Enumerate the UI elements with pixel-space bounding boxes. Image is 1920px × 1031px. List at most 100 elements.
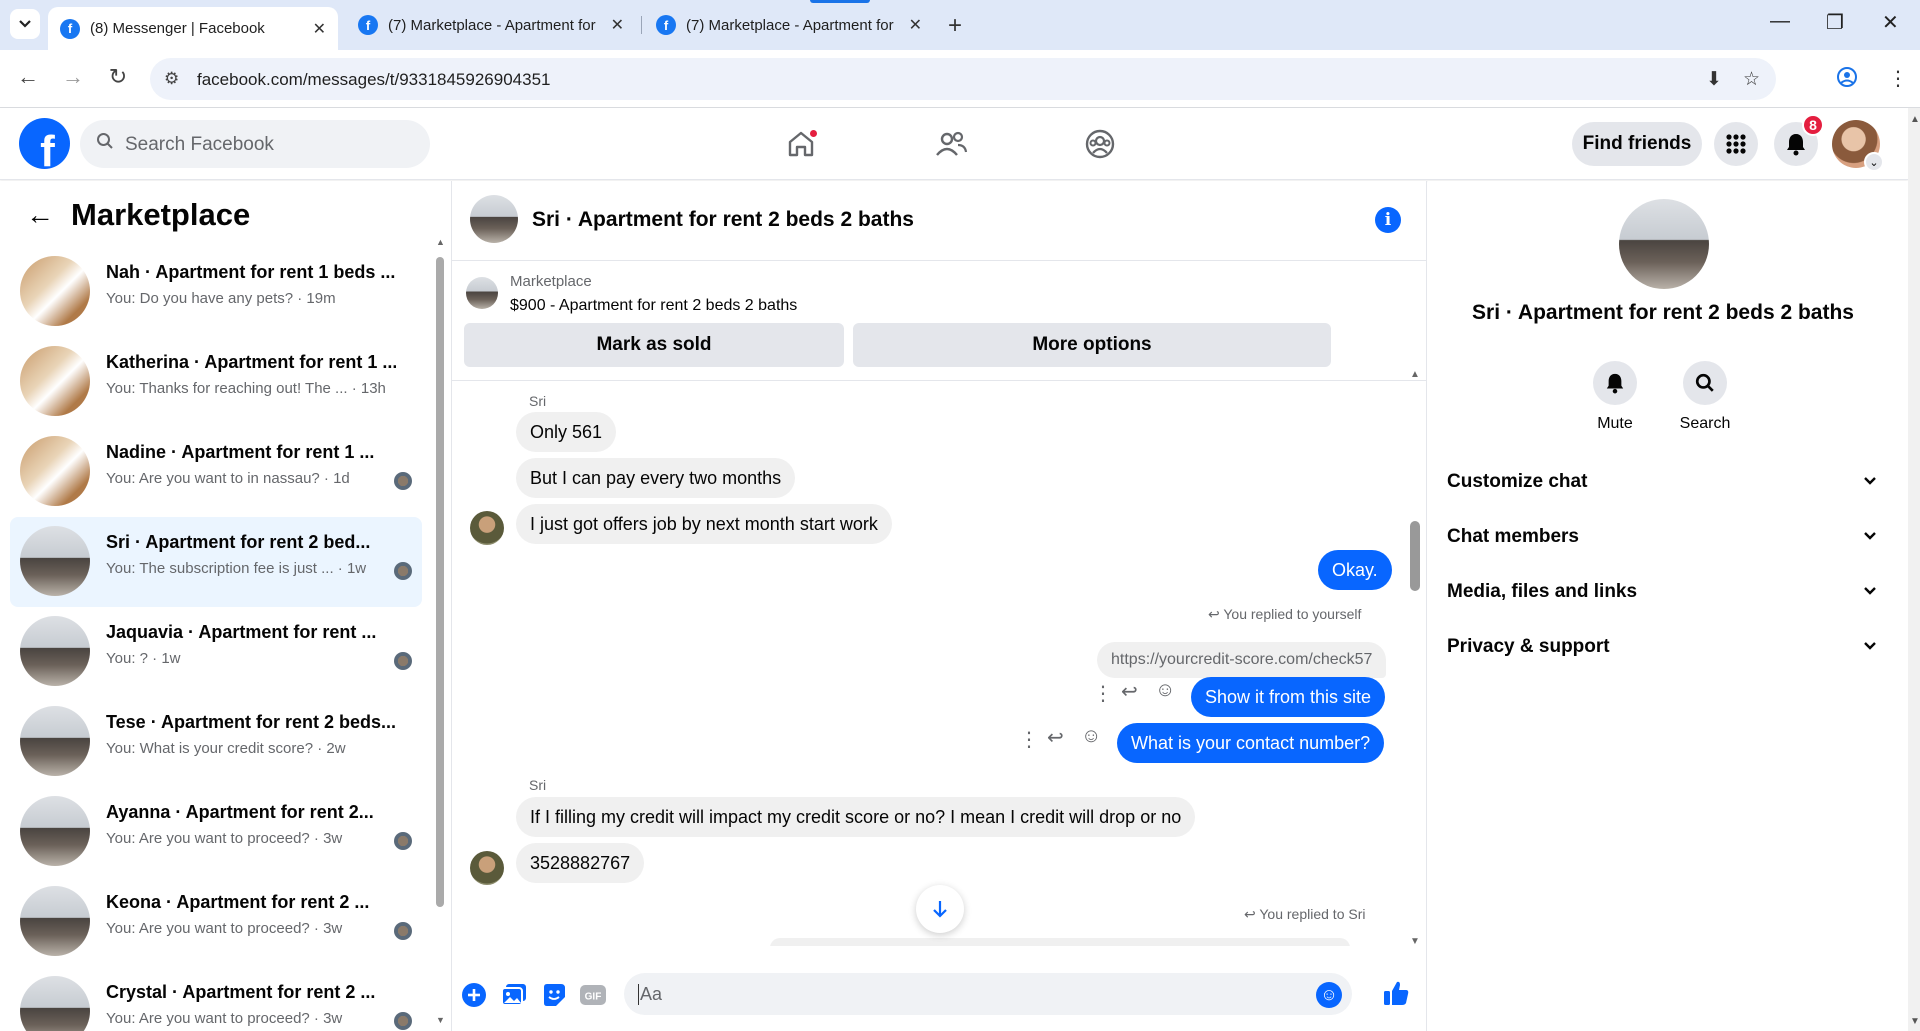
reload-icon[interactable]: ↻ (103, 64, 133, 90)
conversation-thumbnail (20, 436, 90, 506)
tab-marketplace-1[interactable]: f (7) Marketplace - Apartment for ✕ (346, 7, 636, 43)
seen-avatar (394, 1012, 412, 1030)
message-bubble-incoming[interactable]: Only 561 (516, 412, 617, 452)
conversation-item[interactable]: Keona · Apartment for rent 2 ... You: Are… (10, 877, 422, 967)
marketplace-chats-sidebar: ← Marketplace Nah · Apartment for rent 1… (0, 181, 452, 1031)
message-input[interactable]: Aa ☺ (624, 973, 1352, 1015)
gif-icon[interactable]: GIF (579, 981, 607, 1009)
sticker-icon[interactable] (540, 981, 568, 1009)
groups-nav-button[interactable] (1078, 122, 1122, 166)
minimize-icon[interactable]: — (1770, 10, 1790, 33)
scrollbar-thumb[interactable] (436, 257, 444, 907)
close-window-icon[interactable]: ✕ (1882, 10, 1899, 35)
chat-scrollbar[interactable]: ▲ ▼ (1410, 369, 1420, 947)
friends-icon (936, 131, 968, 156)
scroll-down-icon[interactable]: ▼ (1410, 936, 1420, 947)
back-arrow-icon[interactable]: ← (26, 199, 54, 231)
thumbs-up-icon[interactable] (1382, 979, 1410, 1007)
scroll-up-icon[interactable]: ▲ (1910, 114, 1920, 125)
sidebar-scrollbar[interactable]: ▲ ▼ (436, 237, 445, 1025)
chat-avatar[interactable] (470, 195, 518, 243)
more-actions-icon[interactable]: ⋮ (1019, 727, 1039, 752)
privacy-support-section[interactable]: Privacy & support (1447, 627, 1877, 667)
add-attachment-icon[interactable] (460, 981, 488, 1009)
profile-account-icon[interactable] (1836, 66, 1858, 94)
close-tab-icon[interactable]: ✕ (909, 15, 922, 35)
back-arrow-icon[interactable]: ← (13, 64, 43, 90)
react-emoji-icon[interactable]: ☺ (1081, 725, 1101, 748)
conversation-thumbnail (20, 256, 90, 326)
message-bubble-outgoing[interactable]: What is your contact number? (1117, 723, 1385, 763)
scroll-up-icon[interactable]: ▲ (1410, 369, 1420, 380)
friends-nav-button[interactable] (929, 122, 973, 166)
info-icon[interactable]: i (1375, 207, 1401, 233)
search-facebook-input[interactable]: Search Facebook (80, 120, 430, 168)
more-options-button[interactable]: More options (853, 323, 1331, 367)
forward-arrow-icon[interactable]: → (58, 64, 88, 90)
message-bubble-outgoing[interactable]: Show it from this site (1191, 677, 1386, 717)
search-icon (1683, 361, 1727, 405)
more-actions-icon[interactable]: ⋮ (1093, 681, 1113, 706)
close-tab-icon[interactable]: ✕ (313, 19, 326, 39)
customize-chat-section[interactable]: Customize chat (1447, 462, 1877, 502)
photo-icon[interactable] (500, 981, 528, 1009)
details-avatar[interactable] (1619, 199, 1709, 289)
scroll-up-icon[interactable]: ▲ (436, 237, 445, 247)
grid-menu-icon (1726, 134, 1746, 154)
menu-grid-button[interactable] (1714, 122, 1758, 166)
scroll-down-icon[interactable]: ▼ (1910, 1016, 1920, 1027)
quoted-message[interactable]: https://yourcredit-score.com/check57 (1097, 642, 1387, 678)
message-bubble-incoming[interactable]: But I can pay every two months (516, 458, 796, 498)
notifications-button[interactable]: 8 (1774, 114, 1824, 166)
chat-members-section[interactable]: Chat members (1447, 517, 1877, 557)
notification-count-badge: 8 (1802, 114, 1824, 136)
new-tab-icon[interactable]: + (948, 12, 962, 40)
conversation-item[interactable]: Sri · Apartment for rent 2 bed... You: Th… (10, 517, 422, 607)
home-nav-button[interactable] (779, 122, 823, 166)
sender-avatar[interactable] (470, 511, 504, 545)
listing-thumbnail[interactable] (466, 277, 498, 309)
conversation-item[interactable]: Tese · Apartment for rent 2 beds... You: … (10, 697, 422, 787)
conversation-item[interactable]: Katherina · Apartment for rent 1 ... You:… (10, 337, 422, 427)
sender-avatar[interactable] (470, 851, 504, 885)
conversation-item[interactable]: Nadine · Apartment for rent 1 ... You: Ar… (10, 427, 422, 517)
bookmark-star-icon[interactable]: ☆ (1743, 68, 1760, 91)
site-info-icon[interactable]: ⚙ (164, 69, 179, 89)
restore-icon[interactable]: ❐ (1826, 10, 1844, 35)
close-tab-icon[interactable]: ✕ (611, 15, 624, 35)
conversation-snippet: You: Are you want to proceed? · 3w (106, 1010, 343, 1027)
omnibox[interactable]: ⚙ facebook.com/messages/t/93318459269043… (150, 58, 1776, 100)
conversation-item[interactable]: Nah · Apartment for rent 1 beds ... You: … (10, 247, 422, 337)
conversation-item[interactable]: Ayanna · Apartment for rent 2... You: Are… (10, 787, 422, 877)
message-bubble-incoming[interactable]: If I filling my credit will impact my cr… (516, 797, 1196, 837)
url-text[interactable]: facebook.com/messages/t/9331845926904351 (197, 70, 550, 90)
reply-icon[interactable]: ↩ (1047, 725, 1064, 750)
tab-search-button[interactable] (10, 9, 40, 39)
mark-as-sold-button[interactable]: Mark as sold (464, 323, 844, 367)
mute-button[interactable]: Mute (1570, 361, 1660, 433)
message-bubble-incoming[interactable]: 3528882767 (516, 843, 645, 883)
scrollbar-thumb[interactable] (1410, 521, 1420, 591)
search-in-chat-button[interactable]: Search (1660, 361, 1750, 433)
scroll-to-bottom-button[interactable] (916, 885, 964, 933)
find-friends-button[interactable]: Find friends (1572, 122, 1702, 166)
page-scrollbar[interactable]: ▲ ▼ (1908, 108, 1920, 1031)
message-bubble-incoming[interactable]: I just got offers job by next month star… (516, 504, 892, 544)
tab-marketplace-2[interactable]: f (7) Marketplace - Apartment for ✕ (644, 7, 934, 43)
message-bubble-outgoing[interactable]: Okay. (1318, 550, 1392, 590)
reply-icon[interactable]: ↩ (1121, 679, 1138, 704)
emoji-icon[interactable]: ☺ (1316, 982, 1342, 1008)
account-avatar[interactable]: ⌄ (1832, 120, 1884, 172)
chat-title[interactable]: Sri · Apartment for rent 2 beds 2 baths (532, 208, 914, 232)
facebook-logo-icon[interactable]: f (19, 118, 70, 169)
tab-messenger[interactable]: f (8) Messenger | Facebook ✕ (48, 7, 338, 50)
conversation-item[interactable]: Crystal · Apartment for rent 2 ... You: A… (10, 967, 422, 1031)
scroll-down-icon[interactable]: ▼ (436, 1015, 445, 1025)
media-files-links-section[interactable]: Media, files and links (1447, 572, 1877, 612)
browser-menu-icon[interactable]: ⋮ (1888, 66, 1908, 91)
install-app-icon[interactable]: ⬇ (1706, 68, 1722, 91)
search-icon (96, 132, 114, 156)
listing-price-title[interactable]: $900 - Apartment for rent 2 beds 2 baths (510, 297, 797, 315)
react-emoji-icon[interactable]: ☺ (1155, 679, 1175, 702)
conversation-item[interactable]: Jaquavia · Apartment for rent ... You: ? … (10, 607, 422, 697)
